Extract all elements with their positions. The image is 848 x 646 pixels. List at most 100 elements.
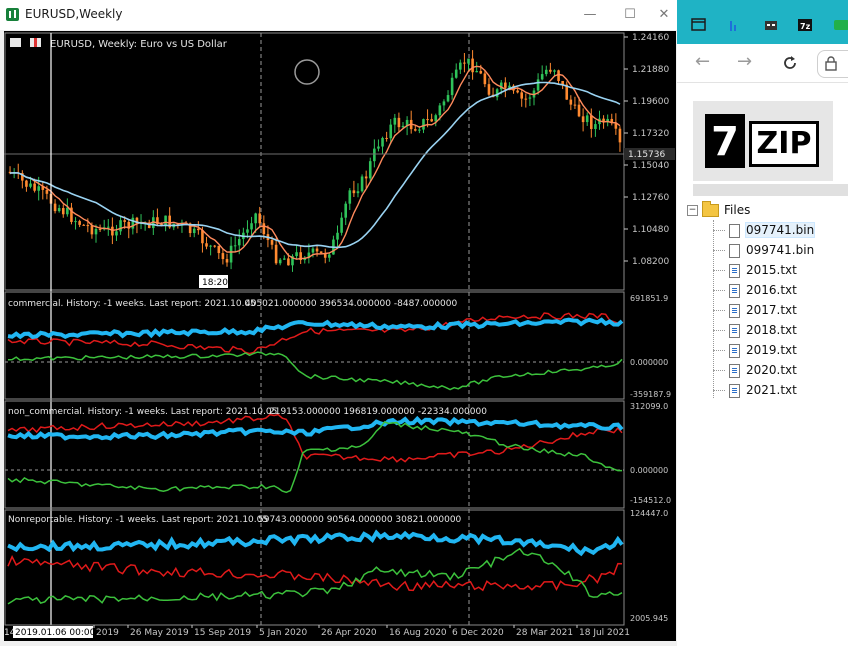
candle-body (53, 203, 57, 212)
candle-body (426, 119, 429, 121)
tree-root-label: Files (724, 203, 751, 217)
file-name: 2018.txt (746, 323, 797, 337)
candle-body (319, 251, 323, 254)
forward-arrow-icon[interactable]: → (737, 52, 752, 72)
time-label: 28 Mar 2021 (516, 628, 573, 638)
candle-body (393, 117, 397, 125)
text-file-icon (729, 323, 740, 338)
tree-root[interactable]: − Files (687, 201, 751, 217)
cursor-circle (294, 59, 320, 85)
candle-body (344, 203, 347, 218)
candle-body (557, 70, 560, 81)
file-item[interactable]: 099741.bin (729, 240, 814, 260)
candle-body (540, 74, 544, 80)
candle-body (418, 129, 421, 131)
robot-icon[interactable] (763, 17, 779, 33)
address-bar[interactable] (817, 50, 848, 78)
reload-icon[interactable] (781, 54, 799, 72)
candle-body (413, 129, 417, 131)
candle-body (483, 73, 487, 85)
folder-icon (702, 201, 719, 217)
chart-area[interactable]: EURUSD, Weekly: Euro vs US Dollar 1.2416… (4, 31, 676, 641)
candle-body (213, 245, 217, 247)
candle-body (524, 98, 528, 100)
file-item[interactable]: 2018.txt (729, 320, 797, 340)
back-arrow-icon[interactable]: ← (695, 52, 710, 72)
chart-bars-icon[interactable] (727, 17, 743, 33)
text-file-icon (729, 383, 740, 398)
file-name: 2020.txt (746, 363, 797, 377)
candle-body (385, 137, 388, 139)
candle-body (119, 220, 122, 232)
price-level-label: 1.17320 (632, 129, 669, 139)
file-item[interactable]: 2015.txt (729, 260, 797, 280)
nonreportable-short-line (7, 529, 624, 557)
time-label: 15 Sep 2019 (194, 628, 251, 638)
chart-flag-icon (34, 38, 37, 47)
sevenzip-icon[interactable]: 7z (797, 17, 813, 33)
svg-text:7z: 7z (800, 22, 811, 31)
horizontal-scrollbar[interactable] (693, 184, 848, 196)
candle-body (434, 115, 438, 122)
candle-body (446, 95, 450, 102)
candle-body (373, 148, 376, 162)
candle-body (336, 232, 339, 240)
file-item[interactable]: 2017.txt (729, 300, 797, 320)
candle-body (618, 128, 622, 143)
file-name: 2016.txt (746, 283, 797, 297)
window-icon[interactable] (691, 17, 707, 33)
time-label: 6 Dec 2020 (452, 628, 504, 638)
close-button[interactable]: ✕ (650, 4, 678, 26)
maximize-button[interactable]: ☐ (616, 4, 644, 26)
candle-body (475, 71, 478, 73)
candle-body (274, 244, 278, 264)
file-item[interactable]: 2020.txt (729, 360, 797, 380)
candle-body (479, 71, 483, 74)
logo-seven: 7 (705, 114, 745, 168)
minimize-button[interactable]: — (576, 4, 604, 26)
candle-body (131, 217, 135, 229)
candle-body (454, 69, 458, 78)
file-name: 099741.bin (746, 243, 815, 257)
file-name: 097741.bin (744, 222, 816, 238)
text-file-icon (729, 363, 740, 378)
price-level-label: 1.15040 (632, 161, 669, 171)
candle-body (283, 258, 286, 260)
chart-grid-icon[interactable] (10, 38, 21, 47)
candle-body (262, 223, 266, 235)
price-level-label: 1.12760 (632, 193, 669, 203)
extension-icon[interactable] (833, 17, 848, 33)
file-item[interactable]: 2016.txt (729, 280, 797, 300)
price-level-label: 1.24160 (632, 33, 669, 43)
candle-body (225, 259, 229, 263)
file-item[interactable]: 097741.bin (729, 220, 816, 240)
candle-body (590, 115, 593, 129)
candle-body (442, 101, 446, 106)
collapse-icon[interactable]: − (687, 205, 698, 216)
file-item[interactable]: 2019.txt (729, 340, 797, 360)
commercial-max: 691851.9 (630, 294, 668, 303)
chart-canvas[interactable]: EURUSD, Weekly: Euro vs US Dollar 1.2416… (4, 31, 676, 641)
time-axis: 2019 26 May 2019 15 Sep 2019 5 Jan 2020 26 A… (93, 625, 630, 638)
file-item[interactable]: 2021.txt (729, 380, 797, 400)
candle-body (86, 225, 90, 227)
selected-date: 2019.01.06 00:00 (15, 628, 96, 638)
candle-body (459, 62, 462, 70)
candle-body (82, 224, 86, 226)
candle-body (528, 97, 532, 99)
candle-body (111, 226, 114, 236)
price-level-label: 1.10480 (632, 225, 669, 235)
non-commercial-min: -154512.0 (630, 496, 671, 505)
candle-body (61, 208, 65, 215)
candle-body (205, 243, 208, 247)
text-file-icon (729, 263, 740, 278)
candle-body (98, 228, 102, 230)
lock-icon (825, 56, 837, 71)
candle-body (57, 208, 61, 212)
candle-body (544, 69, 548, 75)
candle-body (237, 239, 241, 246)
fast-moving-average-line (9, 65, 621, 260)
non-commercial-label: non_commercial. History: -1 weeks. Last … (8, 407, 277, 417)
nonreportable-max: 124447.0 (630, 509, 668, 518)
candle-body (520, 92, 524, 99)
